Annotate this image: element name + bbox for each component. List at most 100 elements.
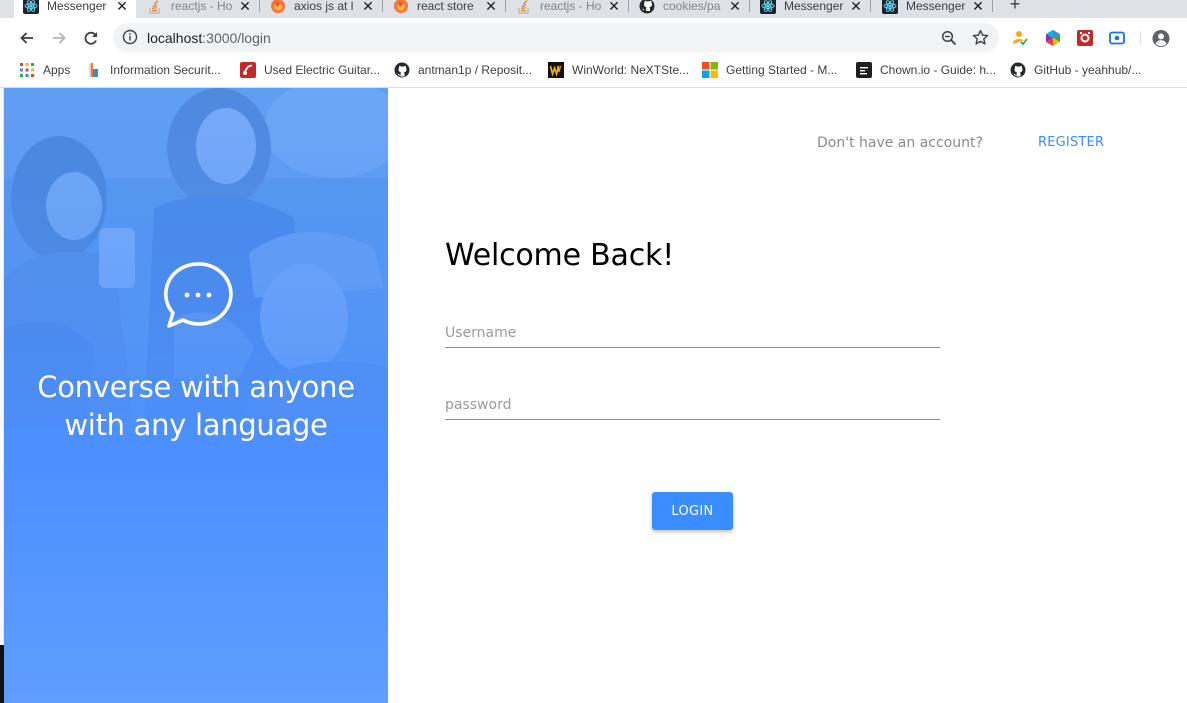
- tab-separator: [628, 0, 629, 12]
- extension-red-icon[interactable]: [1076, 29, 1094, 47]
- register-prompt: Don't have an account?: [817, 135, 983, 151]
- bookmark-star-icon[interactable]: [972, 29, 989, 46]
- react-icon: [23, 0, 39, 14]
- page-title: Welcome Back!: [445, 238, 675, 273]
- extension-person-icon[interactable]: [1011, 29, 1029, 47]
- password-field: [445, 390, 940, 420]
- tab-title: cookies/pa: [663, 0, 721, 13]
- firefox-icon: [393, 0, 409, 14]
- github-icon: [394, 62, 410, 78]
- tab-close-icon[interactable]: ✕: [970, 0, 986, 14]
- tab-title: reactjs - Ho: [171, 0, 233, 13]
- bookmark-label: Information Securit...: [110, 63, 221, 77]
- tab-reactjs-1[interactable]: reactjs - Ho ✕: [138, 0, 259, 18]
- tab-separator: [505, 0, 506, 12]
- zoom-icon[interactable]: [940, 29, 957, 46]
- reload-icon: [84, 31, 98, 45]
- hero-tagline-line2: with any language: [64, 408, 328, 442]
- tab-close-icon[interactable]: ✕: [606, 0, 622, 14]
- bookmark-used-electric-guitar[interactable]: Used Electric Guitar...: [240, 61, 380, 79]
- react-icon: [760, 0, 776, 14]
- tab-strip: Messenger ✕ reactjs - Ho ✕ axios js at l…: [0, 0, 1187, 18]
- tab-close-icon[interactable]: ✕: [727, 0, 743, 14]
- hero-panel: Converse with anyone with any language: [4, 88, 388, 703]
- extension-screencast-icon[interactable]: [1108, 29, 1126, 47]
- tab-title: reactjs - Ho: [540, 0, 602, 13]
- react-icon: [882, 0, 898, 14]
- bookmark-getting-started[interactable]: Getting Started - M...: [702, 61, 837, 79]
- bookmark-information-security[interactable]: Information Securit...: [86, 61, 221, 79]
- tab-messenger-3[interactable]: Messenger ✕: [873, 0, 992, 18]
- tab-title: Messenger: [784, 0, 844, 13]
- bookmark-label: Used Electric Guitar...: [264, 63, 381, 77]
- back-button[interactable]: [15, 26, 39, 50]
- extension-colorful-icon[interactable]: [1044, 29, 1062, 47]
- tab-title: Messenger: [906, 0, 966, 13]
- back-arrow-icon: [20, 32, 33, 44]
- bookmark-winworld[interactable]: WinWorld: NeXTSte...: [548, 61, 689, 79]
- new-tab-button[interactable]: +: [1004, 0, 1026, 16]
- toolbar-separator: [1140, 31, 1141, 45]
- bookmark-label: Chown.io - Guide: h...: [880, 63, 997, 77]
- tab-messenger-active[interactable]: Messenger ✕: [14, 0, 136, 18]
- stackoverflow-icon: [516, 0, 532, 14]
- browser-toolbar: localhost:3000/login: [0, 18, 1187, 57]
- tab-separator: [382, 0, 383, 12]
- forward-arrow-icon: [53, 32, 66, 44]
- reload-button[interactable]: [79, 26, 103, 50]
- bookmark-apps[interactable]: Apps: [19, 61, 70, 79]
- bookmarks-bar: Apps Information Securit... Used Electri…: [0, 57, 1187, 88]
- chat-bubble-icon: [163, 262, 233, 328]
- bookmark-label: antman1p / Reposit...: [418, 63, 533, 77]
- bookmark-chown[interactable]: Chown.io - Guide: h...: [856, 61, 996, 79]
- url-text[interactable]: localhost:3000/login: [147, 30, 271, 46]
- profile-avatar-icon[interactable]: [1152, 29, 1170, 47]
- url-host: localhost: [147, 30, 203, 46]
- address-bar[interactable]: localhost:3000/login: [113, 23, 999, 52]
- bookmark-github-yeahhub[interactable]: GitHub - yeahhub/...: [1010, 61, 1141, 79]
- tab-separator: [992, 0, 993, 12]
- forward-button[interactable]: [47, 26, 71, 50]
- password-input[interactable]: [445, 390, 940, 419]
- bookmark-label: Getting Started - M...: [726, 63, 838, 77]
- hero-tagline-line1: Converse with anyone: [37, 370, 355, 404]
- register-link[interactable]: REGISTER: [1038, 135, 1104, 150]
- info-icon[interactable]: [122, 29, 138, 45]
- tab-title: react store: [417, 0, 474, 13]
- tab-react-store[interactable]: react store ✕: [384, 0, 505, 18]
- github-icon: [639, 0, 655, 14]
- bookmark-favicon: [86, 62, 102, 78]
- tab-close-icon[interactable]: ✕: [237, 0, 253, 14]
- bookmark-label: GitHub - yeahhub/...: [1034, 63, 1142, 77]
- github-icon: [1010, 62, 1026, 78]
- username-input[interactable]: [445, 318, 940, 347]
- url-path: :3000/login: [202, 30, 271, 46]
- tab-title: Messenger: [47, 0, 107, 13]
- bookmark-favicon: [240, 62, 256, 78]
- tab-close-icon[interactable]: ✕: [848, 0, 864, 14]
- tab-close-icon[interactable]: ✕: [483, 0, 499, 14]
- tab-reactjs-2[interactable]: reactjs - Ho ✕: [507, 0, 628, 18]
- stackoverflow-icon: [147, 0, 163, 14]
- tab-close-icon[interactable]: ✕: [360, 0, 376, 14]
- tab-separator: [749, 0, 750, 12]
- tab-title: axios js at l: [294, 0, 354, 13]
- tab-cookies[interactable]: cookies/pa ✕: [630, 0, 749, 18]
- apps-grid-icon: [19, 62, 35, 78]
- bookmark-favicon: [548, 62, 564, 78]
- bookmark-antman1p[interactable]: antman1p / Reposit...: [394, 61, 532, 79]
- tab-separator: [870, 0, 871, 12]
- bookmark-label: Apps: [43, 63, 71, 77]
- tab-close-icon[interactable]: ✕: [114, 0, 130, 14]
- username-field: [445, 318, 940, 348]
- bookmark-label: WinWorld: NeXTSte...: [572, 63, 690, 77]
- microsoft-icon: [702, 62, 718, 78]
- login-button[interactable]: LOGIN: [652, 492, 733, 530]
- tab-separator: [259, 0, 260, 12]
- firefox-icon: [270, 0, 286, 14]
- tab-axios[interactable]: axios js at l ✕: [261, 0, 382, 18]
- login-panel: Don't have an account? REGISTER Welcome …: [388, 88, 1187, 703]
- hero-tagline: Converse with anyone with any language: [4, 368, 388, 444]
- tab-messenger-2[interactable]: Messenger ✕: [751, 0, 870, 18]
- bookmark-favicon: [856, 62, 872, 78]
